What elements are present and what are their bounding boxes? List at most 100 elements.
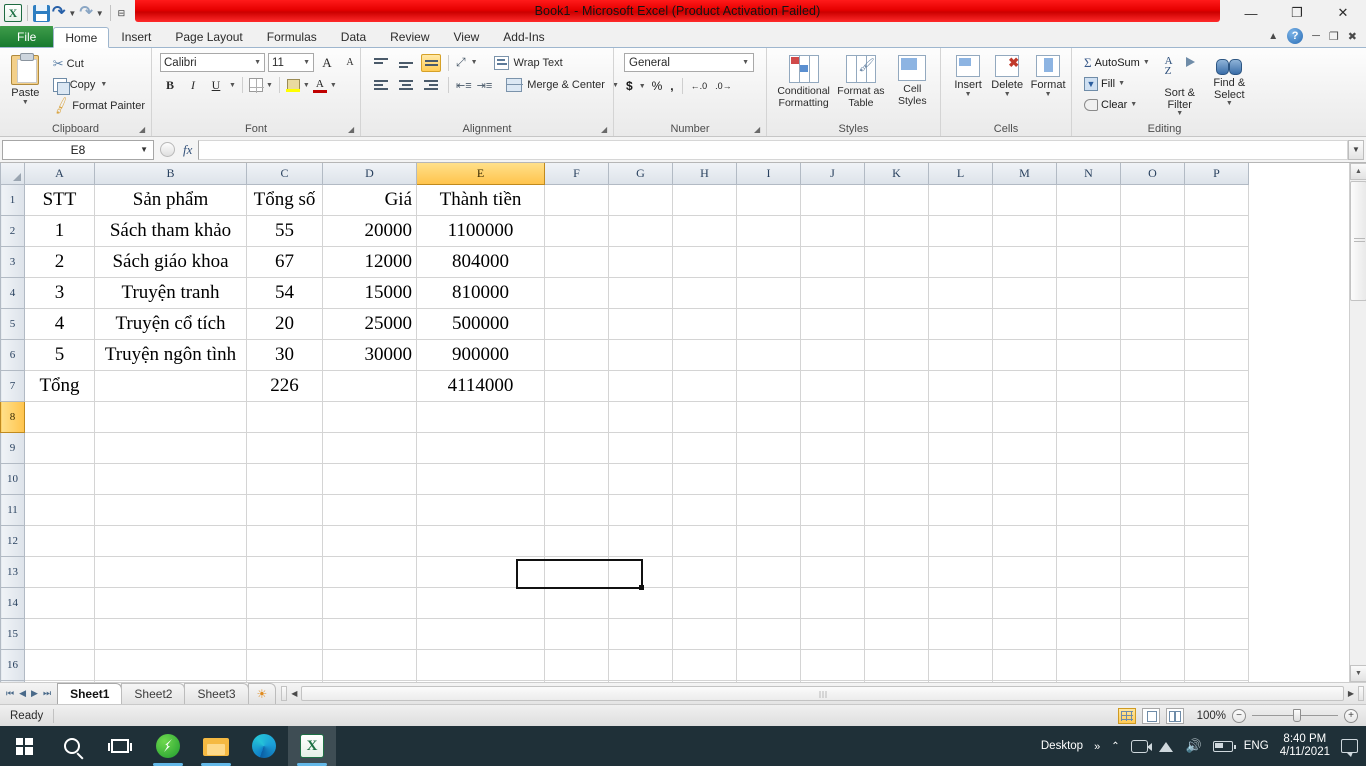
- cell-B13[interactable]: [94, 556, 247, 588]
- paste-button[interactable]: Paste ▼: [4, 53, 47, 106]
- row-header-15[interactable]: 15: [0, 617, 25, 650]
- column-header-L[interactable]: L: [928, 163, 993, 185]
- redo-icon[interactable]: ↷: [79, 5, 92, 21]
- cell-G17[interactable]: [608, 680, 673, 682]
- cell-L14[interactable]: [928, 587, 993, 619]
- row-header-10[interactable]: 10: [0, 462, 25, 495]
- show-hidden-icons-icon[interactable]: ⌃: [1111, 741, 1119, 752]
- cell-B9[interactable]: [94, 432, 247, 464]
- close-button[interactable]: ✕: [1320, 0, 1366, 26]
- cell-D15[interactable]: [322, 618, 417, 650]
- cell-F17[interactable]: [544, 680, 609, 682]
- cell-A12[interactable]: [24, 525, 95, 557]
- restore-button[interactable]: ❐: [1274, 0, 1320, 26]
- cell-B4[interactable]: Truyện tranh: [94, 277, 247, 309]
- cell-M7[interactable]: [992, 370, 1057, 402]
- column-header-M[interactable]: M: [992, 163, 1057, 185]
- cell-D9[interactable]: [322, 432, 417, 464]
- cell-G2[interactable]: [608, 215, 673, 247]
- cell-L1[interactable]: [928, 184, 993, 216]
- cell-K15[interactable]: [864, 618, 929, 650]
- cell-P17[interactable]: [1184, 680, 1249, 682]
- font-name-dropdown-icon[interactable]: ▼: [254, 59, 261, 66]
- cell-J15[interactable]: [800, 618, 865, 650]
- cell-G3[interactable]: [608, 246, 673, 278]
- cell-M5[interactable]: [992, 308, 1057, 340]
- cell-N8[interactable]: [1056, 401, 1121, 433]
- sort-filter-dropdown-icon[interactable]: ▼: [1176, 110, 1183, 117]
- meet-now-icon[interactable]: [1130, 739, 1152, 753]
- cell-G12[interactable]: [608, 525, 673, 557]
- cell-O9[interactable]: [1120, 432, 1185, 464]
- column-header-H[interactable]: H: [672, 163, 737, 185]
- cell-E7[interactable]: 4114000: [416, 370, 545, 402]
- cell-D7[interactable]: [322, 370, 417, 402]
- cell-A16[interactable]: [24, 649, 95, 681]
- cell-K12[interactable]: [864, 525, 929, 557]
- cell-E13[interactable]: [416, 556, 545, 588]
- column-header-F[interactable]: F: [544, 163, 609, 185]
- ribbon-restore-window-icon[interactable]: ❐: [1329, 30, 1339, 43]
- expand-formula-bar-icon[interactable]: ▼: [1348, 139, 1364, 160]
- cell-C9[interactable]: [246, 432, 323, 464]
- cell-F7[interactable]: [544, 370, 609, 402]
- language-indicator[interactable]: ENG: [1244, 740, 1269, 752]
- cell-C6[interactable]: 30: [246, 339, 323, 371]
- cell-H5[interactable]: [672, 308, 737, 340]
- cell-F2[interactable]: [544, 215, 609, 247]
- cell-H8[interactable]: [672, 401, 737, 433]
- cell-P2[interactable]: [1184, 215, 1249, 247]
- shrink-font-icon[interactable]: A: [340, 53, 360, 72]
- vertical-scroll-thumb[interactable]: [1350, 181, 1366, 301]
- cell-J17[interactable]: [800, 680, 865, 682]
- cell-F9[interactable]: [544, 432, 609, 464]
- cell-D12[interactable]: [322, 525, 417, 557]
- cell-B3[interactable]: Sách giáo khoa: [94, 246, 247, 278]
- cell-I14[interactable]: [736, 587, 801, 619]
- format-as-table-button[interactable]: 🖌 Format as Table: [835, 53, 886, 109]
- find-select-button[interactable]: Find & Select ▼: [1206, 53, 1253, 107]
- cell-M12[interactable]: [992, 525, 1057, 557]
- row-header-13[interactable]: 13: [0, 555, 25, 588]
- cell-B14[interactable]: [94, 587, 247, 619]
- insert-worksheet-icon[interactable]: ☀: [247, 683, 277, 704]
- cell-I8[interactable]: [736, 401, 801, 433]
- cell-G13[interactable]: [608, 556, 673, 588]
- cell-K5[interactable]: [864, 308, 929, 340]
- row-header-4[interactable]: 4: [0, 276, 25, 309]
- cell-E1[interactable]: Thành tiền: [416, 184, 545, 216]
- tray-overflow-icon[interactable]: »: [1094, 741, 1100, 753]
- orientation-dropdown-icon[interactable]: ▼: [471, 59, 478, 66]
- cell-I10[interactable]: [736, 463, 801, 495]
- fill-color-dropdown-icon[interactable]: ▼: [303, 82, 310, 89]
- cell-A7[interactable]: Tổng: [24, 370, 95, 402]
- cell-O10[interactable]: [1120, 463, 1185, 495]
- select-all-button[interactable]: [0, 163, 25, 185]
- fill-button[interactable]: ▼ Fill ▼: [1084, 74, 1150, 93]
- cell-P11[interactable]: [1184, 494, 1249, 526]
- cell-M1[interactable]: [992, 184, 1057, 216]
- cell-C14[interactable]: [246, 587, 323, 619]
- paste-dropdown-icon[interactable]: ▼: [22, 99, 29, 106]
- tab-insert[interactable]: Insert: [109, 26, 163, 47]
- clear-button[interactable]: Clear ▼: [1084, 95, 1150, 114]
- tab-data[interactable]: Data: [329, 26, 378, 47]
- last-sheet-icon[interactable]: ⏭: [43, 688, 51, 699]
- tab-file[interactable]: File: [0, 25, 54, 47]
- ribbon-minimize-window-icon[interactable]: ─: [1312, 30, 1320, 42]
- cell-H2[interactable]: [672, 215, 737, 247]
- cut-button[interactable]: ✂ Cut: [53, 54, 147, 73]
- column-header-G[interactable]: G: [608, 163, 673, 185]
- cell-G10[interactable]: [608, 463, 673, 495]
- cell-F16[interactable]: [544, 649, 609, 681]
- zoom-slider[interactable]: [1252, 709, 1338, 722]
- cell-N15[interactable]: [1056, 618, 1121, 650]
- cell-L4[interactable]: [928, 277, 993, 309]
- cell-D3[interactable]: 12000: [322, 246, 417, 278]
- cell-J14[interactable]: [800, 587, 865, 619]
- cell-I1[interactable]: [736, 184, 801, 216]
- page-layout-view-icon[interactable]: [1142, 707, 1160, 724]
- cell-K17[interactable]: [864, 680, 929, 682]
- row-header-3[interactable]: 3: [0, 245, 25, 278]
- cell-K1[interactable]: [864, 184, 929, 216]
